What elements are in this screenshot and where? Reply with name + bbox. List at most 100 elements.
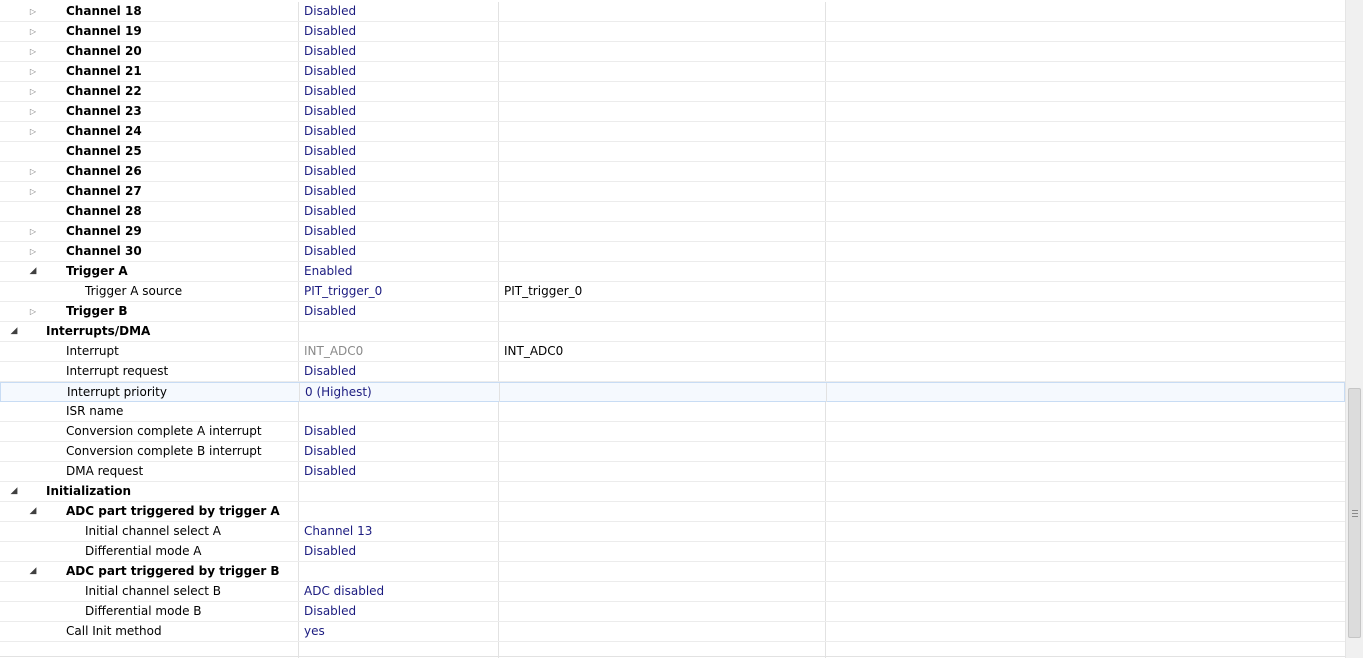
collapsed-arrow-icon[interactable]: ▷ (28, 82, 38, 101)
property-value-cell[interactable]: Disabled (298, 102, 498, 121)
property-row[interactable]: ▷ Channel 30 Disabled (0, 242, 1345, 262)
property-value-cell[interactable]: Disabled (298, 142, 498, 161)
property-value-cell[interactable]: PIT_trigger_0 (298, 282, 498, 301)
property-value-cell[interactable]: Disabled (298, 242, 498, 261)
property-value-cell[interactable]: yes (298, 622, 498, 641)
property-row[interactable]: DMA request Disabled (0, 462, 1345, 482)
collapsed-arrow-icon[interactable]: ▷ (28, 302, 38, 321)
property-value-cell[interactable]: Disabled (298, 602, 498, 621)
collapsed-arrow-icon[interactable]: ▷ (28, 122, 38, 141)
property-row[interactable]: Conversion complete A interrupt Disabled (0, 422, 1345, 442)
property-row[interactable]: Call Init method yes (0, 622, 1345, 642)
property-value-cell[interactable] (298, 482, 498, 501)
property-row[interactable]: ▷ Channel 19 Disabled (0, 22, 1345, 42)
property-row[interactable]: Channel 25 Disabled (0, 142, 1345, 162)
property-value-cell[interactable]: Disabled (298, 82, 498, 101)
property-row[interactable]: ◢ Interrupts/DMA (0, 322, 1345, 342)
property-row[interactable]: Initial channel select A Channel 13 (0, 522, 1345, 542)
property-value-cell[interactable]: Disabled (298, 122, 498, 141)
property-value-cell[interactable]: Enabled (298, 262, 498, 281)
property-row[interactable]: ◢ Trigger A Enabled (0, 262, 1345, 282)
collapsed-arrow-icon[interactable]: ▷ (28, 22, 38, 41)
property-row[interactable]: ▷ Channel 18 Disabled (0, 2, 1345, 22)
property-value-cell[interactable]: Disabled (298, 182, 498, 201)
property-row[interactable]: ▷ Channel 23 Disabled (0, 102, 1345, 122)
property-row[interactable]: Trigger A source PIT_trigger_0 PIT_trigger… (0, 282, 1345, 302)
property-row[interactable]: Channel 28 Disabled (0, 202, 1345, 222)
property-name-cell: Conversion complete A interrupt (0, 422, 298, 441)
property-row[interactable]: Initial channel select B ADC disabled (0, 582, 1345, 602)
property-name-cell: ISR name (0, 402, 298, 421)
property-extra-cell (825, 482, 1345, 501)
property-name-cell: ▷ Channel 19 (0, 22, 298, 41)
property-row[interactable]: ▷ Channel 20 Disabled (0, 42, 1345, 62)
property-name-cell: ◢ Interrupts/DMA (0, 322, 298, 341)
collapsed-arrow-icon[interactable]: ▷ (28, 42, 38, 61)
property-value-cell[interactable]: Disabled (298, 22, 498, 41)
property-name-cell: ◢ ADC part triggered by trigger B (0, 562, 298, 581)
property-row[interactable]: Differential mode A Disabled (0, 542, 1345, 562)
expanded-arrow-icon[interactable]: ◢ (9, 482, 19, 501)
property-value-cell[interactable]: 0 (Highest) (299, 383, 499, 402)
property-value-cell[interactable] (298, 562, 498, 581)
property-extra-cell (825, 122, 1345, 141)
collapsed-arrow-icon[interactable]: ▷ (28, 2, 38, 21)
property-row[interactable]: Interrupt request Disabled (0, 362, 1345, 382)
property-row[interactable]: ▷ Trigger B Disabled (0, 302, 1345, 322)
property-extra-cell (825, 402, 1345, 421)
property-name-cell: Initial channel select A (0, 522, 298, 541)
property-details-cell (498, 142, 825, 161)
vertical-scrollbar[interactable] (1345, 0, 1363, 658)
property-row[interactable]: ISR name (0, 402, 1345, 422)
property-row[interactable]: ▷ Channel 24 Disabled (0, 122, 1345, 142)
property-row[interactable]: ▷ Channel 26 Disabled (0, 162, 1345, 182)
property-value-cell[interactable] (298, 402, 498, 421)
property-row[interactable]: ▷ Channel 21 Disabled (0, 62, 1345, 82)
property-row[interactable]: ◢ ADC part triggered by trigger A (0, 502, 1345, 522)
property-row[interactable]: Conversion complete B interrupt Disabled (0, 442, 1345, 462)
property-value-cell[interactable] (298, 322, 498, 341)
property-value-cell[interactable]: Disabled (298, 202, 498, 221)
property-value-cell[interactable]: Disabled (298, 442, 498, 461)
property-value-cell[interactable]: Disabled (298, 42, 498, 61)
property-row[interactable]: ◢ Initialization (0, 482, 1345, 502)
property-value-cell[interactable]: Channel 13 (298, 522, 498, 541)
property-name-cell: ▷ Channel 26 (0, 162, 298, 181)
property-details-cell (498, 562, 825, 581)
property-extra-cell (825, 622, 1345, 641)
property-row[interactable]: ◢ ADC part triggered by trigger B (0, 562, 1345, 582)
property-name: Conversion complete A interrupt (66, 424, 262, 438)
property-row[interactable]: ▷ Channel 29 Disabled (0, 222, 1345, 242)
collapsed-arrow-icon[interactable]: ▷ (28, 182, 38, 201)
expanded-arrow-icon[interactable]: ◢ (28, 502, 38, 521)
property-value-cell[interactable]: Disabled (298, 62, 498, 81)
collapsed-arrow-icon[interactable]: ▷ (28, 242, 38, 261)
property-extra-cell (825, 82, 1345, 101)
scrollbar-thumb[interactable] (1348, 388, 1361, 638)
property-name-cell: ◢ Initialization (0, 482, 298, 501)
property-row[interactable]: Interrupt INT_ADC0 INT_ADC0 (0, 342, 1345, 362)
property-value-cell[interactable]: Disabled (298, 422, 498, 441)
property-value-cell[interactable]: Disabled (298, 2, 498, 21)
expanded-arrow-icon[interactable]: ◢ (28, 562, 38, 581)
property-extra-cell (825, 22, 1345, 41)
property-value-cell[interactable]: Disabled (298, 162, 498, 181)
collapsed-arrow-icon[interactable]: ▷ (28, 162, 38, 181)
property-value-cell[interactable]: INT_ADC0 (298, 342, 498, 361)
property-value-cell[interactable]: Disabled (298, 462, 498, 481)
collapsed-arrow-icon[interactable]: ▷ (28, 222, 38, 241)
collapsed-arrow-icon[interactable]: ▷ (28, 102, 38, 121)
property-value-cell[interactable]: Disabled (298, 362, 498, 381)
expanded-arrow-icon[interactable]: ◢ (28, 262, 38, 281)
property-value-cell[interactable]: Disabled (298, 302, 498, 321)
property-value-cell[interactable]: ADC disabled (298, 582, 498, 601)
property-value-cell[interactable]: Disabled (298, 222, 498, 241)
property-value-cell[interactable] (298, 502, 498, 521)
property-row[interactable]: Interrupt priority 0 (Highest) (0, 382, 1345, 402)
property-row[interactable]: ▷ Channel 27 Disabled (0, 182, 1345, 202)
property-value-cell[interactable]: Disabled (298, 542, 498, 561)
expanded-arrow-icon[interactable]: ◢ (9, 322, 19, 341)
collapsed-arrow-icon[interactable]: ▷ (28, 62, 38, 81)
property-row[interactable]: ▷ Channel 22 Disabled (0, 82, 1345, 102)
property-row[interactable]: Differential mode B Disabled (0, 602, 1345, 622)
